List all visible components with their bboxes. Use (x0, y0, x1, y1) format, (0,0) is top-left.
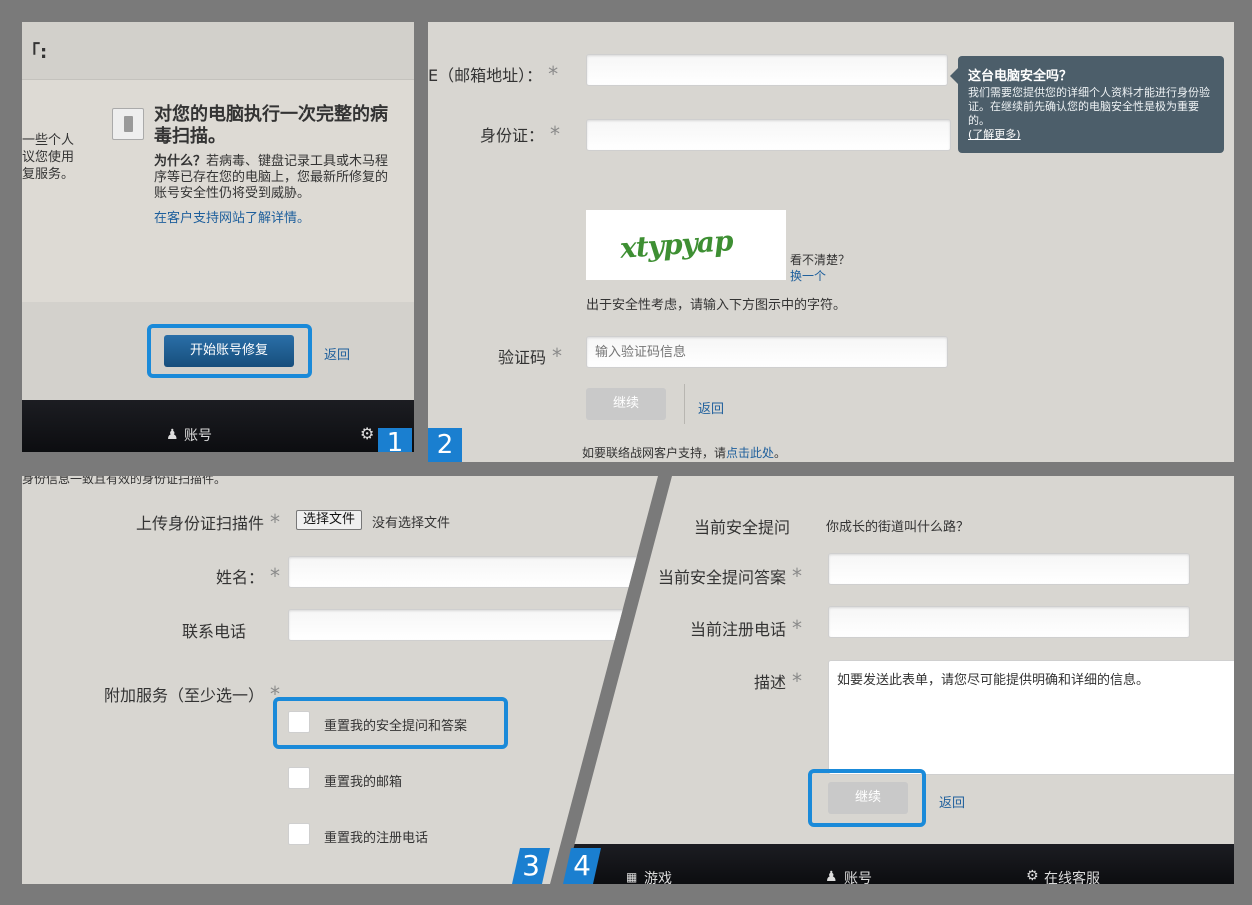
captcha-input[interactable] (586, 336, 948, 368)
name-input[interactable] (288, 556, 648, 588)
panel2-divider (684, 384, 685, 424)
code-label: 验证码 * (498, 344, 563, 368)
security-note: 出于安全性考虑，请输入下方图示中的字符。 (586, 298, 847, 313)
panel1-back-link[interactable]: 返回 (324, 344, 350, 363)
account-icon: ♟ (166, 427, 179, 443)
support-link[interactable]: 在客户支持网站了解详情。 (154, 207, 310, 226)
reg-phone-label: 当前注册电话 * (690, 616, 803, 640)
contact-support: 如要联络战网客户支持，请点击此处。 (582, 446, 787, 460)
nav-games[interactable]: 游戏 (644, 868, 672, 884)
nav-account[interactable]: 账号 (184, 425, 212, 445)
question-value: 你成长的街道叫什么路？ (826, 520, 970, 535)
captcha-text: xtypyap (618, 224, 734, 265)
panel4-navbar: ▦ 游戏 ♟ 账号 ⚙ 在线客服 (564, 844, 1234, 884)
scan-icon (112, 108, 144, 140)
no-file-text: 没有选择文件 (372, 516, 451, 531)
question-label: 当前安全提问 (694, 518, 791, 537)
answer-label: 当前安全提问答案 * (658, 564, 803, 588)
option-reset-security-question-checkbox[interactable] (288, 711, 310, 733)
desc-textarea[interactable]: 如要发送此表单，请您尽可能提供明确和详细的信息。 (828, 660, 1234, 775)
id-label: 身份证： * (480, 122, 561, 146)
email-input[interactable] (586, 54, 948, 86)
step-badge-2: 2 (428, 428, 462, 462)
gear-icon: ⚙ (1026, 868, 1039, 884)
option-reset-email-checkbox[interactable] (288, 767, 310, 789)
captcha-refresh-link[interactable]: 换一个 (790, 267, 826, 284)
tooltip-text: 我们需要您提供您的详细个人资料才能进行身份验证。在继续前先确认您的电脑安全性是极… (968, 86, 1210, 127)
tooltip-title: 这台电脑安全吗？ (968, 69, 1073, 84)
services-label: 附加服务（至少选一） * (103, 682, 280, 706)
id-input[interactable] (586, 119, 951, 151)
name-label: 姓名： * (215, 564, 280, 588)
panel-virus-scan: 「: 一些个人 议您使用 复服务。 对您的电脑执行一次完整的病毒扫描。 为什么？… (22, 22, 414, 452)
captcha-unclear: 看不清楚？ (790, 253, 851, 267)
answer-input[interactable] (828, 553, 1190, 585)
panel-identity-verification: E（邮箱地址）： * 身份证： * 这台电脑安全吗？ 我们需要您提供您的详细个人资料… (428, 22, 1234, 462)
panel4-continue-button[interactable]: 继续 (828, 782, 908, 814)
nav-online-support[interactable]: 在线客服 (1044, 868, 1100, 884)
step-badge-1: 1 (378, 428, 412, 452)
choose-file-button[interactable]: 选择文件 (296, 510, 363, 530)
reg-phone-input[interactable] (828, 606, 1190, 638)
panel1-left-text: 一些个人 议您使用 复服务。 (22, 133, 75, 182)
panel2-back-link[interactable]: 返回 (698, 398, 724, 417)
tooltip-learn-more[interactable]: (了解更多) (968, 128, 1214, 142)
scan-heading: 对您的电脑执行一次完整的病毒扫描。 (154, 104, 388, 147)
panel1-navbar: ♟ 账号 ⚙ (22, 400, 414, 452)
option-reset-email-label: 重置我的邮箱 (324, 775, 403, 790)
gear-icon[interactable]: ⚙ (360, 424, 374, 443)
phone-label: 联系电话 (181, 622, 246, 641)
panel1-header: 「: (22, 22, 414, 80)
panel4-back-link[interactable]: 返回 (939, 792, 965, 811)
start-repair-button[interactable]: 开始账号修复 (164, 335, 294, 367)
panel2-continue-button[interactable]: 继续 (586, 388, 666, 420)
security-tooltip: 这台电脑安全吗？ 我们需要您提供您的详细个人资料才能进行身份验证。在继续前先确认… (950, 56, 1224, 153)
captcha-image: xtypyap (586, 210, 786, 280)
id-scan-note: 身份信息一致且有效的身份证扫描件。 (22, 476, 227, 486)
nav-account[interactable]: 账号 (844, 868, 872, 884)
option-reset-security-question-label: 重置我的安全提问和答案 (324, 719, 468, 734)
option-reset-phone-label: 重置我的注册电话 (324, 831, 429, 846)
desc-label: 描述 * (754, 669, 803, 693)
upload-label: 上传身份证扫描件 * (135, 510, 280, 534)
contact-support-link[interactable]: 点击此处 (726, 446, 774, 460)
account-icon: ♟ (825, 869, 838, 884)
games-icon: ▦ (626, 870, 638, 884)
phone-input[interactable] (288, 609, 648, 641)
panel1-title-fragment: 「: (22, 42, 48, 63)
scan-why: 为什么？若病毒、键盘记录工具或木马程序等已存在您的电脑上，您最新所修复的账号安全… (154, 154, 389, 201)
email-label: E（邮箱地址）： * (428, 62, 559, 86)
option-reset-phone-checkbox[interactable] (288, 823, 310, 845)
